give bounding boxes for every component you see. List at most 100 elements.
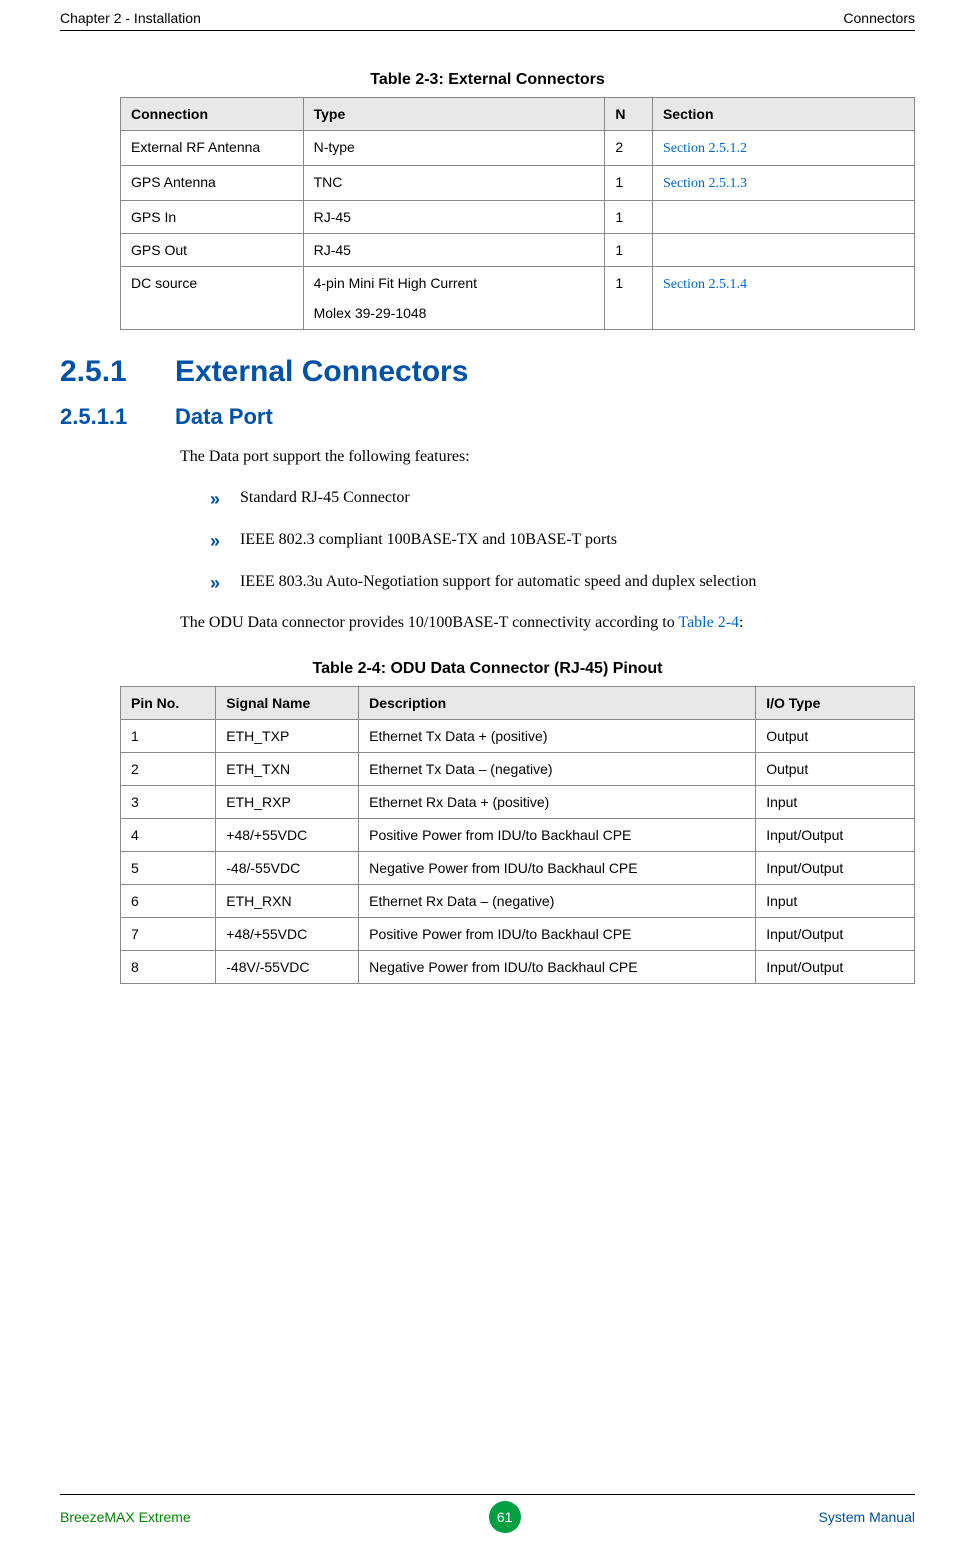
cell: ETH_TXP [216, 719, 359, 752]
cell: +48/+55VDC [216, 917, 359, 950]
cell-line2: Molex 39-29-1048 [314, 305, 595, 321]
cell: Section 2.5.1.2 [652, 131, 914, 166]
table-row: 8 -48V/-55VDC Negative Power from IDU/to… [121, 950, 915, 983]
cell: 1 [605, 234, 653, 267]
cell: 5 [121, 851, 216, 884]
cell: Output [756, 752, 915, 785]
list-item: Standard RJ-45 Connector [210, 486, 915, 510]
table-row: GPS Antenna TNC 1 Section 2.5.1.3 [121, 166, 915, 201]
subsection-heading: 2.5.1.1Data Port [60, 404, 915, 430]
header-left: Chapter 2 - Installation [60, 10, 201, 26]
subsection-number: 2.5.1.1 [60, 404, 175, 430]
cell: Positive Power from IDU/to Backhaul CPE [359, 818, 756, 851]
table2-header-row: Pin No. Signal Name Description I/O Type [121, 686, 915, 719]
table1-h0: Connection [121, 98, 304, 131]
section-heading: 2.5.1External Connectors [60, 355, 915, 389]
footer-rule [60, 1494, 915, 1495]
cell: DC source [121, 267, 304, 330]
cell: Ethernet Rx Data – (negative) [359, 884, 756, 917]
cell: ETH_RXN [216, 884, 359, 917]
cell: 6 [121, 884, 216, 917]
cell [652, 234, 914, 267]
cell: Ethernet Rx Data + (positive) [359, 785, 756, 818]
page-header: Chapter 2 - Installation Connectors [60, 10, 915, 28]
cell: Input/Output [756, 950, 915, 983]
cell-line1: 4-pin Mini Fit High Current [314, 275, 477, 291]
cell: Input/Output [756, 851, 915, 884]
table1-caption: Table 2-3: External Connectors [60, 71, 915, 89]
table-reference-link[interactable]: Table 2-4 [678, 614, 739, 631]
table-row: DC source 4-pin Mini Fit High Current Mol… [121, 267, 915, 330]
feature-list: Standard RJ-45 Connector IEEE 802.3 comp… [210, 486, 915, 594]
table-row: 6 ETH_RXN Ethernet Rx Data – (negative) … [121, 884, 915, 917]
para-text: The ODU Data connector provides 10/100BA… [180, 614, 678, 631]
cell: -48/-55VDC [216, 851, 359, 884]
cell: RJ-45 [303, 234, 605, 267]
cell: Input [756, 785, 915, 818]
table-row: External RF Antenna N-type 2 Section 2.5… [121, 131, 915, 166]
cell: Negative Power from IDU/to Backhaul CPE [359, 851, 756, 884]
cell: GPS Out [121, 234, 304, 267]
cell: Section 2.5.1.4 [652, 267, 914, 330]
table1-h1: Type [303, 98, 605, 131]
table-row: GPS In RJ-45 1 [121, 201, 915, 234]
cell: GPS In [121, 201, 304, 234]
table2-h2: Description [359, 686, 756, 719]
cell: 7 [121, 917, 216, 950]
para-text: : [739, 614, 743, 631]
list-item: IEEE 803.3u Auto-Negotiation support for… [210, 570, 915, 594]
cell: Ethernet Tx Data + (positive) [359, 719, 756, 752]
section-link[interactable]: Section 2.5.1.3 [663, 176, 747, 191]
paragraph: The Data port support the following feat… [180, 446, 915, 468]
header-rule [60, 30, 915, 31]
cell: Section 2.5.1.3 [652, 166, 914, 201]
cell: 2 [605, 131, 653, 166]
cell: N-type [303, 131, 605, 166]
section-title: External Connectors [175, 355, 468, 388]
footer-right: System Manual [819, 1509, 915, 1525]
table-row: 1 ETH_TXP Ethernet Tx Data + (positive) … [121, 719, 915, 752]
table2-h0: Pin No. [121, 686, 216, 719]
table1-header-row: Connection Type N Section [121, 98, 915, 131]
section-link[interactable]: Section 2.5.1.2 [663, 141, 747, 156]
cell: ETH_RXP [216, 785, 359, 818]
cell: 1 [605, 201, 653, 234]
table-row: 7 +48/+55VDC Positive Power from IDU/to … [121, 917, 915, 950]
cell: 2 [121, 752, 216, 785]
cell: 4-pin Mini Fit High Current Molex 39-29-1… [303, 267, 605, 330]
cell: 3 [121, 785, 216, 818]
cell: External RF Antenna [121, 131, 304, 166]
footer-left: BreezeMAX Extreme [60, 1509, 191, 1525]
cell: Input/Output [756, 917, 915, 950]
cell: RJ-45 [303, 201, 605, 234]
page-footer: BreezeMAX Extreme 61 System Manual [60, 1486, 915, 1533]
table-row: 4 +48/+55VDC Positive Power from IDU/to … [121, 818, 915, 851]
cell [652, 201, 914, 234]
table-row: 2 ETH_TXN Ethernet Tx Data – (negative) … [121, 752, 915, 785]
pinout-table: Pin No. Signal Name Description I/O Type… [120, 686, 915, 984]
section-number: 2.5.1 [60, 355, 175, 389]
table2-caption: Table 2-4: ODU Data Connector (RJ-45) Pi… [60, 660, 915, 678]
cell: 4 [121, 818, 216, 851]
table1-h2: N [605, 98, 653, 131]
table-row: GPS Out RJ-45 1 [121, 234, 915, 267]
table1-h3: Section [652, 98, 914, 131]
cell: Positive Power from IDU/to Backhaul CPE [359, 917, 756, 950]
cell: TNC [303, 166, 605, 201]
cell: +48/+55VDC [216, 818, 359, 851]
section-link[interactable]: Section 2.5.1.4 [663, 277, 747, 292]
cell: 1 [605, 267, 653, 330]
header-right: Connectors [843, 10, 915, 26]
cell: 1 [121, 719, 216, 752]
cell: GPS Antenna [121, 166, 304, 201]
external-connectors-table: Connection Type N Section External RF An… [120, 97, 915, 330]
cell: Output [756, 719, 915, 752]
cell: Input [756, 884, 915, 917]
cell: Input/Output [756, 818, 915, 851]
table2-h3: I/O Type [756, 686, 915, 719]
cell: 1 [605, 166, 653, 201]
cell: Ethernet Tx Data – (negative) [359, 752, 756, 785]
cell: ETH_TXN [216, 752, 359, 785]
cell: -48V/-55VDC [216, 950, 359, 983]
cell: Negative Power from IDU/to Backhaul CPE [359, 950, 756, 983]
